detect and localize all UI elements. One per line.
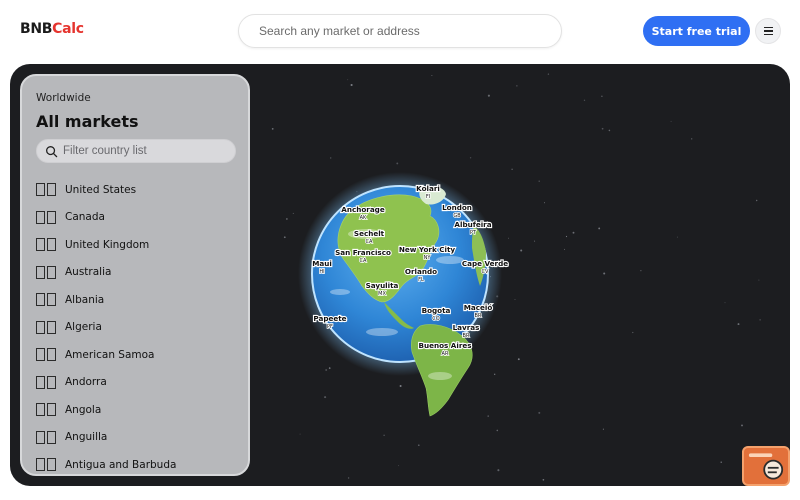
country-item[interactable]: Angola xyxy=(36,396,246,424)
chat-widget-graphic xyxy=(748,453,784,480)
flag-icon xyxy=(36,265,56,279)
country-name: Canada xyxy=(65,211,105,224)
city-code: FI xyxy=(426,194,430,200)
city-code: CO xyxy=(432,316,439,322)
country-filter xyxy=(36,139,236,163)
country-name: United States xyxy=(65,183,137,196)
city-code: CV xyxy=(482,269,489,275)
brand-name-part2: Calc xyxy=(52,21,84,37)
city-name: Papeete xyxy=(313,314,346,323)
country-item[interactable]: Antigua and Barbuda xyxy=(36,451,246,474)
map-stage[interactable]: Kolari FI Anchorage AK London GB Sechelt CA Albu… xyxy=(10,64,790,486)
country-item[interactable]: Anguilla xyxy=(36,424,246,452)
city-name: Anchorage xyxy=(341,205,385,214)
country-name: Andorra xyxy=(65,376,107,389)
country-item[interactable]: United States xyxy=(36,176,246,204)
flag-icon xyxy=(36,348,56,362)
city-name: London xyxy=(442,203,472,212)
flag-icon xyxy=(36,210,56,224)
city-code: BR xyxy=(475,313,482,319)
panel-eyebrow: Worldwide xyxy=(36,92,91,104)
city-code: PF xyxy=(327,324,333,330)
flag-icon xyxy=(36,293,56,307)
country-item[interactable]: Canada xyxy=(36,204,246,232)
market-list-panel: Worldwide All markets United States Canad… xyxy=(20,74,250,476)
city-name: Maceió xyxy=(464,303,493,312)
country-item[interactable]: American Samoa xyxy=(36,341,246,369)
city-name: Lavras xyxy=(453,323,480,332)
city-name: Bogota xyxy=(422,306,451,315)
country-name: Anguilla xyxy=(65,431,108,444)
market-search xyxy=(238,14,562,48)
city-code: BR xyxy=(463,333,470,339)
city-name: Buenos Aires xyxy=(418,341,471,350)
city-name: Albufeira xyxy=(454,220,491,229)
city-code: AR xyxy=(442,351,449,357)
city-name: San Francisco xyxy=(335,248,391,257)
country-item[interactable]: United Kingdom xyxy=(36,231,246,259)
country-name: Algeria xyxy=(65,321,102,334)
country-item[interactable]: Albania xyxy=(36,286,246,314)
top-bar: BNBCalc Start free trial xyxy=(0,0,800,62)
city-name: Cape Verde xyxy=(462,259,508,268)
country-name: Albania xyxy=(65,293,105,306)
country-name: Australia xyxy=(65,266,112,279)
city-code: AK xyxy=(360,215,367,221)
city-code: PT xyxy=(470,230,477,236)
country-name: Antigua and Barbuda xyxy=(65,458,177,471)
city-code: FL xyxy=(418,277,424,283)
country-filter-input[interactable] xyxy=(63,140,231,162)
panel-title: All markets xyxy=(36,112,139,131)
country-name: Angola xyxy=(65,403,102,416)
chat-support-icon[interactable] xyxy=(742,446,790,486)
city-name: Kolari xyxy=(416,184,440,193)
city-name: Sayulita xyxy=(366,281,399,290)
flag-icon xyxy=(36,403,56,417)
start-free-trial-button[interactable]: Start free trial xyxy=(643,16,750,46)
city-code: HI xyxy=(319,269,324,275)
market-search-input[interactable] xyxy=(239,15,561,47)
flag-icon xyxy=(36,430,56,444)
hamburger-menu-icon[interactable] xyxy=(755,18,781,44)
city-code: CA xyxy=(360,258,367,264)
city-name: Sechelt xyxy=(354,229,385,238)
flag-icon xyxy=(36,238,56,252)
flag-icon xyxy=(36,320,56,334)
flag-icon xyxy=(36,458,56,472)
city-code: MX xyxy=(378,291,386,297)
city-name: New York City xyxy=(399,245,456,254)
country-item[interactable]: Andorra xyxy=(36,369,246,397)
country-name: American Samoa xyxy=(65,348,155,361)
country-item[interactable]: Algeria xyxy=(36,314,246,342)
search-icon xyxy=(46,146,58,158)
brand-name-part1: BNB xyxy=(20,21,53,37)
country-name: United Kingdom xyxy=(65,238,150,251)
city-code: NY xyxy=(424,255,432,261)
country-item[interactable]: Australia xyxy=(36,259,246,287)
country-list: United States Canada United Kingdom Austral… xyxy=(36,176,246,474)
city-code: CA xyxy=(366,239,373,245)
city-name: Maui xyxy=(312,259,332,268)
flag-icon xyxy=(36,375,56,389)
city-name: Orlando xyxy=(405,267,437,276)
brand-logo[interactable]: BNBCalc xyxy=(20,21,84,37)
flag-icon xyxy=(36,183,56,197)
city-code: GB xyxy=(453,213,461,219)
